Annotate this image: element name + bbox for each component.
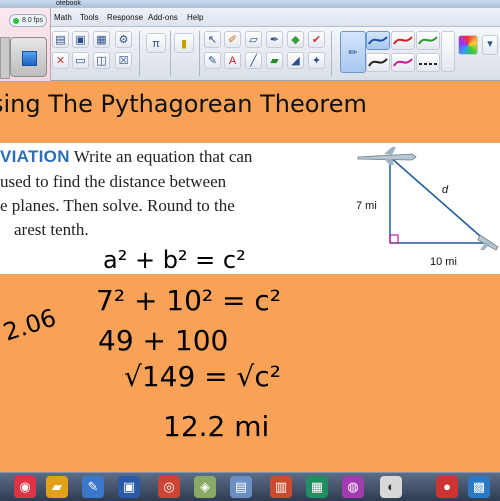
problem-panel: VIATION Write an equation that can used … [0, 143, 500, 274]
line-icon[interactable]: ╱ [245, 52, 262, 69]
taskbar-app-11-icon[interactable]: ◐ [380, 476, 402, 498]
menu-add-ons[interactable]: Add-ons [148, 8, 178, 28]
delete-icon[interactable]: ✕ [52, 52, 69, 69]
pen-icon[interactable]: ✐ [224, 31, 241, 48]
select-arrow-icon[interactable]: ↖ [204, 31, 221, 48]
toolbar-divider [199, 31, 200, 76]
stop-record-button[interactable] [10, 37, 47, 77]
creative-pen-icon[interactable]: ✎ [204, 52, 221, 69]
screen-recorder-widget: 8.0 fps [0, 8, 51, 82]
paste-icon[interactable]: ▤ [52, 31, 69, 48]
problem-text-2: used to find the distance between [0, 172, 227, 191]
taskbar-notebook-icon[interactable]: ✎ [82, 476, 104, 498]
problem-text-3: e planes. Then solve. Round to the [0, 196, 235, 215]
active-pen-icon[interactable]: ✏ [340, 31, 366, 73]
pen-style-dashed-icon[interactable] [416, 53, 440, 72]
slide-title: sing The Pythagorean Theorem [0, 82, 500, 128]
text-icon[interactable]: A [224, 52, 241, 69]
pen-style-black-icon[interactable] [366, 53, 390, 72]
toolbar-divider [139, 31, 140, 76]
fps-label: 8.0 fps [22, 17, 44, 24]
math-pi-icon[interactable]: π [146, 33, 166, 53]
shapes-icon[interactable]: ◆ [287, 31, 304, 48]
taskbar-app-6-icon[interactable]: ◈ [194, 476, 216, 498]
hypotenuse-label: d [442, 184, 449, 196]
record-status-icon [13, 18, 19, 24]
eraser-icon[interactable]: ▱ [245, 31, 262, 48]
work-equation-3: 49 + 100 [98, 324, 229, 357]
base-label: 10 mi [430, 256, 457, 268]
menu-response[interactable]: Response [107, 8, 143, 28]
problem-lead: VIATION [0, 147, 70, 166]
problem-text-4: arest tenth. [14, 220, 89, 239]
taskbar-app-9-icon[interactable]: ▦ [306, 476, 328, 498]
toolbar-divider [331, 31, 332, 76]
document-camera-icon[interactable]: ◫ [93, 52, 110, 69]
problem-text-1: Write an equation that can [73, 147, 253, 166]
taskbar: ◉ ▰ ✎ ▣ ◎ ◈ ▤ ▥ ▦ ◍ ◐ ● ▩ [0, 472, 500, 501]
taskbar-app-8-icon[interactable]: ▥ [270, 476, 292, 498]
screen-capture-icon[interactable]: ▣ [72, 31, 89, 48]
menu-math[interactable]: Math [54, 8, 72, 28]
fps-indicator: 8.0 fps [9, 14, 47, 27]
triangle-hypotenuse [389, 156, 489, 244]
recognition-pen-icon[interactable]: ✔ [308, 31, 325, 48]
pen-style-red-icon[interactable] [391, 31, 415, 50]
margin-note: 2.06 [0, 303, 60, 347]
fill-icon[interactable]: ◢ [287, 52, 304, 69]
taskbar-app-4-icon[interactable]: ▣ [118, 476, 140, 498]
work-answer: 12.2 mi [163, 410, 270, 443]
gear-icon[interactable]: ⚙ [115, 31, 132, 48]
work-equation-2: 7² + 10² = c² [96, 284, 282, 317]
color-palette-icon[interactable] [458, 35, 478, 55]
stop-icon [22, 51, 37, 66]
recorder-handle[interactable] [0, 37, 10, 79]
highlighter-icon[interactable]: ▰ [266, 52, 283, 69]
taskbar-app-13-icon[interactable]: ▩ [468, 476, 490, 498]
taskbar-app-12-icon[interactable]: ● [436, 476, 458, 498]
menu-help[interactable]: Help [187, 8, 203, 28]
right-angle-marker [389, 234, 399, 244]
taskbar-app-10-icon[interactable]: ◍ [342, 476, 364, 498]
taskbar-app-5-icon[interactable]: ◎ [158, 476, 180, 498]
height-label: 7 mi [356, 200, 377, 212]
window-titlebar: otebook [0, 0, 500, 8]
triangle-diagram: 7 mi 10 mi d [356, 147, 499, 268]
slide-title-text: sing The Pythagorean Theorem [0, 90, 367, 118]
window-title: otebook [56, 0, 81, 7]
airplane-top-icon [357, 147, 417, 165]
screen-shade-icon[interactable]: ▭ [72, 52, 89, 69]
taskbar-app-7-icon[interactable]: ▤ [230, 476, 252, 498]
problem-line-1: VIATION Write an equation that can [0, 147, 300, 167]
toolbar: ▤ ✕ ▣ ▭ ▦ ◫ ⚙ ☒ π ▮ ↖ ✎ ✐ A ▱ ╱ ✒ ▰ ◆ ◢ … [0, 27, 500, 81]
toolbar-divider [170, 31, 171, 76]
magic-pen-icon[interactable]: ✒ [266, 31, 283, 48]
work-equation-4: √149 = √c² [124, 360, 282, 393]
pen-style-green-icon[interactable] [416, 31, 440, 50]
menu-tools[interactable]: Tools [80, 8, 99, 28]
pen-style-blue-icon[interactable] [366, 31, 390, 50]
properties-icon[interactable]: ▾ [482, 35, 498, 55]
line-width-icon[interactable] [441, 31, 455, 72]
close-panel-icon[interactable]: ☒ [115, 52, 132, 69]
taskbar-app-1-icon[interactable]: ◉ [14, 476, 36, 498]
pen-style-magenta-icon[interactable] [391, 53, 415, 72]
taskbar-folder-icon[interactable]: ▰ [46, 476, 68, 498]
table-icon[interactable]: ▦ [93, 31, 110, 48]
work-equation-1: a² + b² = c² [103, 246, 246, 274]
lock-icon[interactable]: ▮ [174, 33, 194, 53]
menu-bar: Math Tools Response Add-ons Help [0, 8, 500, 27]
zoom-icon[interactable]: ✦ [308, 52, 325, 69]
